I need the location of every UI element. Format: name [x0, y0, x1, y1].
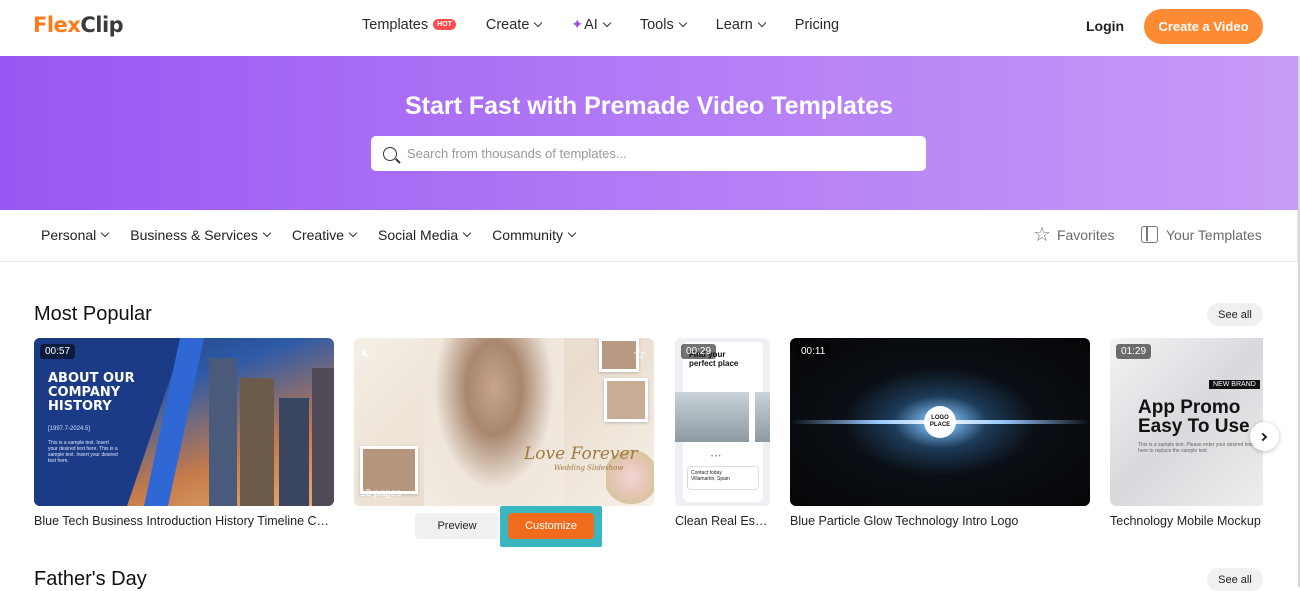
- chevron-down-icon: [678, 18, 687, 27]
- star-icon: ☆: [1033, 224, 1051, 246]
- category-social-media[interactable]: Social Media: [378, 227, 472, 243]
- search-input[interactable]: [407, 146, 907, 161]
- category-personal[interactable]: Personal: [41, 227, 110, 243]
- favorites-link[interactable]: ☆ Favorites: [1033, 224, 1115, 246]
- chevron-down-icon: [462, 228, 472, 238]
- template-caption[interactable]: Technology Mobile Mockup A...: [1110, 514, 1263, 528]
- nav-tools[interactable]: Tools: [640, 17, 687, 33]
- template-card-thumbnail[interactable]: Love Forever Wedding Slideshow 🔇︎ ☆ 13 p…: [354, 338, 654, 506]
- hot-badge: HOT: [433, 19, 456, 30]
- chevron-down-icon: [262, 228, 272, 238]
- hero-title: Start Fast with Premade Video Templates: [404, 92, 894, 120]
- your-templates-link[interactable]: Your Templates: [1141, 226, 1262, 243]
- template-caption[interactable]: Blue Tech Business Introduction History …: [34, 514, 334, 528]
- template-card-thumbnail[interactable]: ABOUT OUR COMPANY HISTORY [1997.7-2024.5…: [34, 338, 334, 506]
- flexclip-logo[interactable]: FlexClip: [33, 13, 124, 37]
- template-card-thumbnail[interactable]: LOGO PLACE 00:11: [790, 338, 1090, 506]
- couple-photo: [424, 338, 564, 506]
- top-header: FlexClip Templates HOT Create ✦ AI Tools L…: [0, 0, 1300, 56]
- chevron-down-icon: [348, 228, 358, 238]
- chevron-right-icon: [1258, 432, 1268, 441]
- chevron-down-icon: [534, 18, 543, 27]
- category-community[interactable]: Community: [492, 227, 577, 243]
- template-caption[interactable]: Blue Particle Glow Technology Intro Logo: [790, 514, 1090, 528]
- chevron-down-icon: [757, 18, 767, 27]
- pages-count: 13 pages: [360, 488, 402, 499]
- see-all-button[interactable]: See all: [1207, 568, 1263, 591]
- chevron-down-icon: [602, 18, 612, 27]
- fathers-day-title: Father's Day: [34, 568, 147, 590]
- template-caption[interactable]: Clean Real Estate...: [675, 514, 770, 528]
- category-creative[interactable]: Creative: [292, 227, 358, 243]
- login-link[interactable]: Login: [1086, 18, 1124, 34]
- sparkle-icon: ✦: [571, 16, 584, 32]
- hero-banner: Start Fast with Premade Video Templates: [0, 56, 1298, 210]
- customize-button[interactable]: Customize: [508, 513, 594, 539]
- duration-badge: 00:11: [796, 344, 831, 359]
- see-all-button[interactable]: See all: [1207, 303, 1263, 326]
- main-nav: Templates HOT Create ✦ AI Tools Learn Pric…: [362, 16, 869, 33]
- category-business-services[interactable]: Business & Services: [130, 227, 272, 243]
- most-popular-title: Most Popular: [34, 303, 152, 325]
- nav-ai[interactable]: ✦ AI: [571, 16, 612, 33]
- nav-pricing[interactable]: Pricing: [795, 17, 839, 33]
- mute-icon[interactable]: 🔇︎: [362, 346, 380, 362]
- template-card-thumbnail[interactable]: NEW BRAND App Promo Easy To Use This is …: [1110, 338, 1263, 506]
- nav-templates[interactable]: Templates HOT: [362, 17, 456, 33]
- duration-badge: 00:57: [40, 344, 76, 359]
- search-icon: [383, 146, 397, 161]
- category-list: Personal Business & Services Creative So…: [41, 227, 597, 243]
- search-box[interactable]: [371, 136, 926, 171]
- carousel-next-button[interactable]: [1250, 422, 1279, 451]
- logo-placeholder: LOGO PLACE: [924, 406, 956, 438]
- create-video-button[interactable]: Create a Video: [1144, 9, 1263, 44]
- nav-create[interactable]: Create: [486, 17, 543, 33]
- duration-badge: 01:29: [1116, 344, 1152, 359]
- chevron-down-icon: [567, 228, 577, 238]
- template-card-thumbnail[interactable]: Find your perfect place • • • Contact to…: [675, 338, 770, 506]
- thumbnail-title: ABOUT OUR COMPANY HISTORY: [48, 371, 135, 414]
- template-icon: [1141, 226, 1158, 243]
- category-bar: Personal Business & Services Creative So…: [0, 210, 1298, 262]
- favorite-star-icon[interactable]: ☆: [633, 345, 646, 363]
- duration-badge: 00:29: [681, 344, 717, 359]
- nav-learn[interactable]: Learn: [716, 17, 767, 33]
- preview-button[interactable]: Preview: [415, 513, 499, 539]
- chevron-down-icon: [101, 228, 110, 238]
